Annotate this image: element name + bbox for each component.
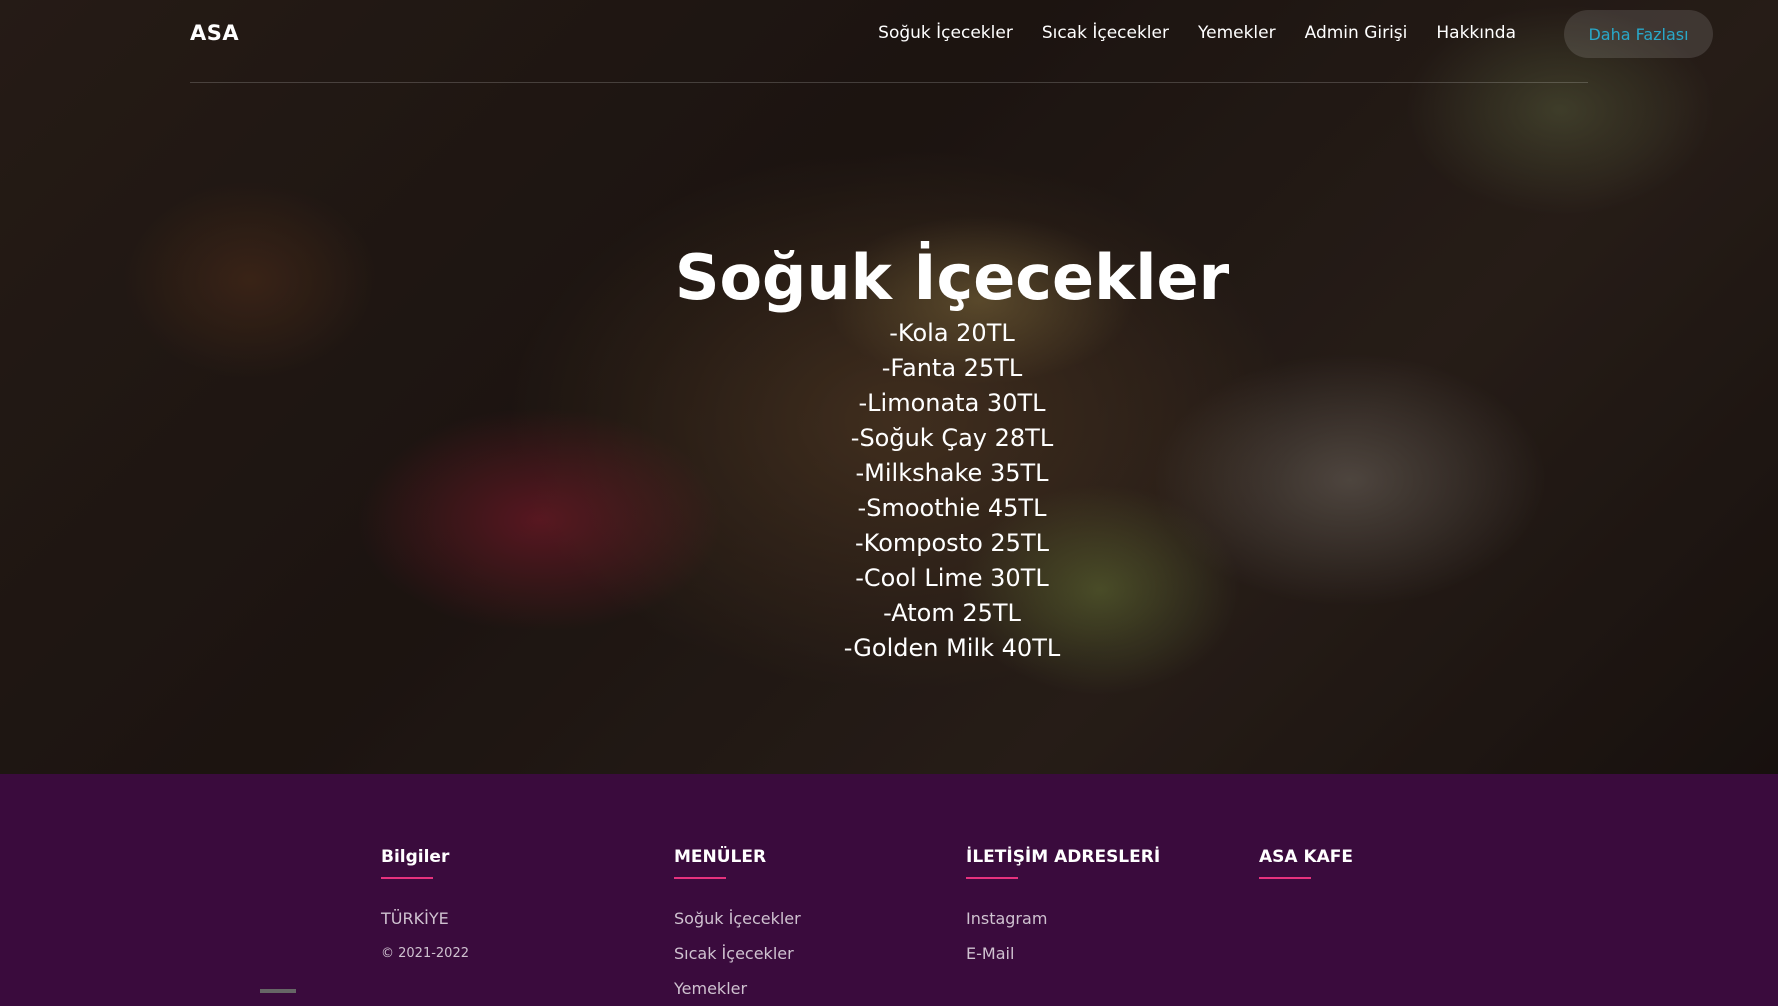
- menu-block: Soğuk İçecekler -Kola 20TL -Fanta 25TL -…: [0, 240, 1778, 666]
- footer-link-instagram[interactable]: Instagram: [966, 901, 1226, 936]
- menu-item: -Milkshake 35TL: [855, 459, 1049, 487]
- footer-list-info: TÜRKİYE © 2021-2022: [381, 901, 641, 971]
- horizontal-scrollbar[interactable]: [260, 989, 296, 993]
- nav-links: Soğuk İçecekler Sıcak İçecekler Yemekler…: [878, 23, 1516, 43]
- menu-title: Soğuk İçecekler: [674, 241, 1230, 314]
- hero-section: ASA Soğuk İçecekler Sıcak İçecekler Yeme…: [0, 0, 1778, 774]
- menu-item: -Cool Lime 30TL: [855, 564, 1049, 592]
- navbar: ASA Soğuk İçecekler Sıcak İçecekler Yeme…: [0, 0, 1778, 83]
- menu-list: -Kola 20TL -Fanta 25TL -Limonata 30TL -S…: [0, 316, 1778, 666]
- nav-link-yemekler[interactable]: Yemekler: [1198, 23, 1276, 43]
- menu-item: -Kola 20TL: [889, 319, 1015, 347]
- menu-item: -Smoothie 45TL: [857, 494, 1047, 522]
- footer-title-underline: [966, 877, 1018, 879]
- footer-country: TÜRKİYE: [381, 909, 449, 928]
- footer-link-yemekler[interactable]: Yemekler: [674, 971, 934, 1006]
- menu-item: -Atom 25TL: [883, 599, 1021, 627]
- nav-link-admin-girisi[interactable]: Admin Girişi: [1305, 23, 1408, 43]
- footer-title-contact: İLETİŞİM ADRESLERİ: [966, 847, 1161, 867]
- more-button[interactable]: Daha Fazlası: [1564, 10, 1713, 58]
- footer-link-soguk-icecekler[interactable]: Soğuk İçecekler: [674, 901, 934, 936]
- footer-col-contact: İLETİŞİM ADRESLERİ Instagram E-Mail: [966, 847, 1226, 971]
- menu-item: -Limonata 30TL: [858, 389, 1046, 417]
- footer-list-menus: Soğuk İçecekler Sıcak İçecekler Yemekler: [674, 901, 934, 1006]
- footer-col-info: Bilgiler TÜRKİYE © 2021-2022: [381, 847, 641, 971]
- menu-item: -Komposto 25TL: [855, 529, 1049, 557]
- nav-divider: [190, 82, 1588, 83]
- footer-title-underline: [381, 877, 433, 879]
- footer-col-brand: ASA KAFE: [1259, 847, 1519, 879]
- footer-title-menus: MENÜLER: [674, 847, 767, 867]
- footer-col-menus: MENÜLER Soğuk İçecekler Sıcak İçecekler …: [674, 847, 934, 1006]
- footer-title-underline: [1259, 877, 1311, 879]
- footer-list-contact: Instagram E-Mail: [966, 901, 1226, 971]
- footer: Bilgiler TÜRKİYE © 2021-2022 MENÜLER Soğ…: [0, 774, 1778, 998]
- footer-link-email[interactable]: E-Mail: [966, 936, 1226, 971]
- footer-link-sicak-icecekler[interactable]: Sıcak İçecekler: [674, 936, 934, 971]
- brand-logo[interactable]: ASA: [190, 21, 239, 45]
- nav-link-hakkinda[interactable]: Hakkında: [1436, 23, 1516, 43]
- footer-title-underline: [674, 877, 726, 879]
- menu-item: -Golden Milk 40TL: [843, 634, 1061, 662]
- footer-copyright: © 2021-2022: [381, 946, 469, 961]
- menu-item: -Fanta 25TL: [881, 354, 1023, 382]
- footer-title-brand: ASA KAFE: [1259, 847, 1354, 867]
- menu-item: -Soğuk Çay 28TL: [850, 424, 1054, 452]
- nav-link-sicak-icecekler[interactable]: Sıcak İçecekler: [1042, 23, 1169, 43]
- nav-link-soguk-icecekler[interactable]: Soğuk İçecekler: [878, 23, 1013, 43]
- footer-title-info: Bilgiler: [381, 847, 450, 867]
